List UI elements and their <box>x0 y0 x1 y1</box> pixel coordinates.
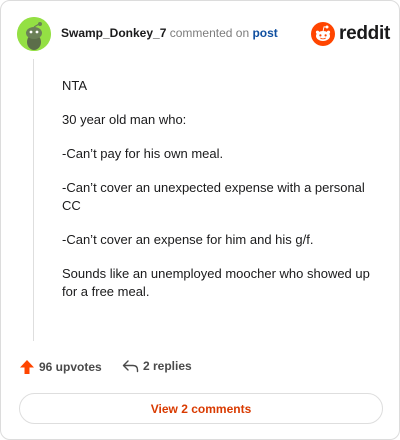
replies-button[interactable]: 2 replies <box>122 359 192 373</box>
reddit-wordmark: reddit <box>339 23 390 44</box>
comment-paragraph: 30 year old man who: <box>62 112 187 127</box>
comment-body: NTA 30 year old man who: -Can’t pay for … <box>62 77 372 317</box>
comment-paragraph: Sounds like an unemployed moocher who sh… <box>62 266 370 299</box>
arrow-up-icon <box>20 360 34 374</box>
thread-line <box>33 59 34 341</box>
snoo-avatar-icon <box>17 17 51 51</box>
avatar[interactable] <box>17 17 51 51</box>
reddit-logo-icon <box>311 22 335 46</box>
comment-paragraph: NTA <box>62 78 88 93</box>
action-text: commented on <box>169 26 250 40</box>
upvotes-button[interactable]: 96 upvotes <box>19 359 102 375</box>
upvotes-count: 96 upvotes <box>39 360 102 374</box>
reply-arrow-icon <box>122 360 139 373</box>
author-line: Swamp_Donkey_7 commented on post <box>61 26 278 40</box>
comment-card: Swamp_Donkey_7 commented on post reddit … <box>0 0 400 440</box>
view-comments-button[interactable]: View 2 comments <box>19 393 383 424</box>
post-link[interactable]: post <box>252 26 277 40</box>
comment-paragraph: -Can’t cover an expense for him and his … <box>62 232 314 247</box>
comment-paragraph: -Can’t pay for his own meal. <box>62 146 224 161</box>
comment-paragraph: -Can’t cover an unexpected expense with … <box>62 180 365 213</box>
replies-count: 2 replies <box>143 359 192 373</box>
author-name[interactable]: Swamp_Donkey_7 <box>61 26 166 40</box>
reddit-brand[interactable]: reddit <box>311 21 390 47</box>
